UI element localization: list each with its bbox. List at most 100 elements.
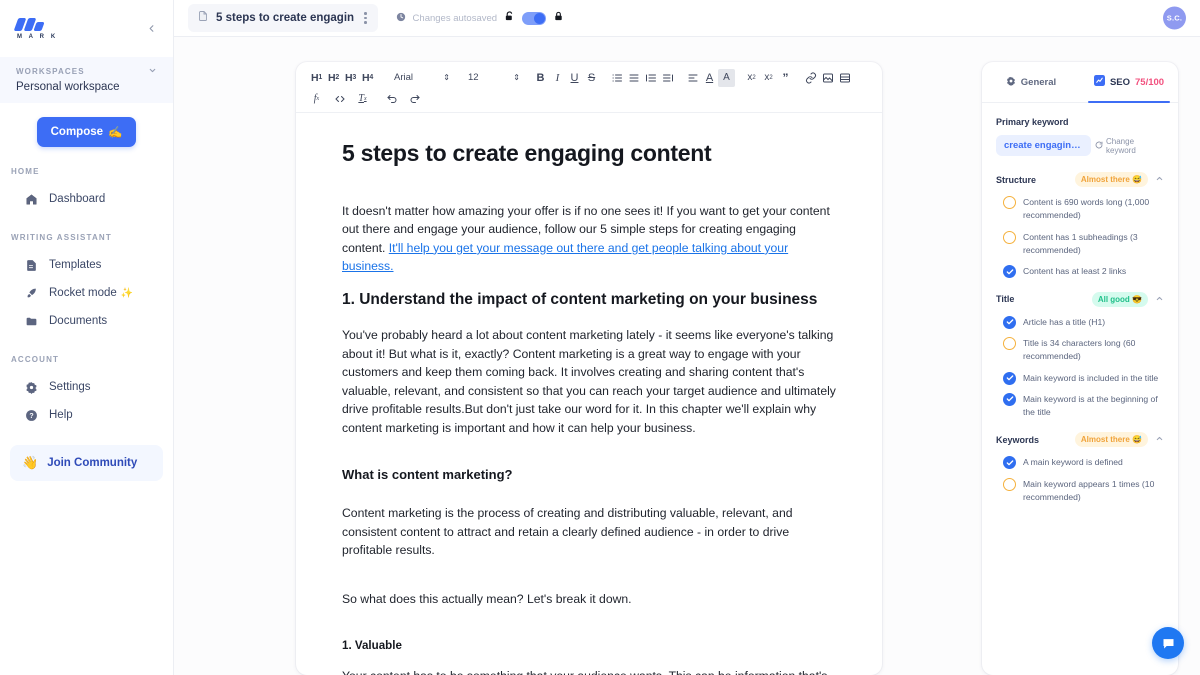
- ordered-list-icon[interactable]: [608, 69, 625, 87]
- check-circle-filled-icon: [1003, 456, 1016, 470]
- chevron-down-icon[interactable]: [148, 66, 157, 77]
- change-keyword-label: Change keyword: [1106, 136, 1136, 155]
- indent-decrease-icon[interactable]: [642, 69, 659, 87]
- seo-check-item: Article has a title (H1): [996, 315, 1164, 329]
- strikethrough-icon[interactable]: S: [583, 69, 600, 87]
- sidebar-item-label-templates: Templates: [49, 259, 102, 271]
- chevron-up-icon[interactable]: [1154, 294, 1164, 305]
- formula-icon[interactable]: fx: [308, 90, 325, 108]
- sidebar-item-templates[interactable]: Templates: [0, 251, 173, 279]
- primary-keyword-row: create engaging c... Change keyword: [996, 135, 1164, 156]
- join-community-label: Join Community: [47, 457, 138, 469]
- seo-check-item: Content has at least 2 links: [996, 265, 1164, 279]
- sidebar-item-label-documents: Documents: [49, 315, 108, 327]
- toolbar-row-1: H1 H2 H3 H4 Arial ⇕ 12 ⇕ B I U S A A x 2…: [308, 68, 872, 87]
- undo-icon[interactable]: [383, 90, 400, 108]
- sidebar: M A R K WORKSPACES Personal workspace Co…: [0, 0, 174, 675]
- topbar: 5 steps to create engagin Changes autosa…: [174, 0, 1200, 37]
- compose-button[interactable]: Compose ✍️: [36, 117, 137, 147]
- seo-section-header-title[interactable]: Title All good 😎: [996, 291, 1164, 307]
- seo-column: General SEO 75/100 Primary keyword creat…: [982, 37, 1200, 675]
- more-vertical-icon[interactable]: [361, 12, 370, 24]
- nav-section-home: HOME Dashboard: [0, 167, 173, 213]
- editor-column: H1 H2 H3 H4 Arial ⇕ 12 ⇕ B I U S A A x 2…: [174, 37, 982, 675]
- chevron-up-icon[interactable]: [1154, 434, 1164, 445]
- redo-icon[interactable]: [406, 90, 423, 108]
- font-size-value: 12: [468, 72, 479, 83]
- document-canvas[interactable]: 5 steps to create engaging content It do…: [296, 113, 882, 675]
- nav-section-title-account: ACCOUNT: [11, 355, 60, 364]
- sidebar-item-label-help: Help: [49, 409, 73, 421]
- table-icon[interactable]: [836, 69, 853, 87]
- subscript-icon[interactable]: x2: [760, 69, 777, 87]
- font-family-select[interactable]: Arial ⇕: [390, 72, 454, 83]
- intro-link[interactable]: It'll help you get your message out ther…: [342, 241, 788, 274]
- italic-icon[interactable]: I: [549, 69, 566, 87]
- tab-seo[interactable]: SEO 75/100: [1080, 62, 1178, 103]
- blockquote-icon[interactable]: ”: [777, 69, 794, 87]
- unordered-list-icon[interactable]: [625, 69, 642, 87]
- text-color-icon[interactable]: A: [701, 69, 718, 87]
- folder-icon: [24, 314, 38, 328]
- link-icon[interactable]: [802, 69, 819, 87]
- sidebar-item-dashboard[interactable]: Dashboard: [0, 185, 173, 213]
- document-icon: [197, 9, 209, 27]
- logo-mark-icon: [13, 17, 45, 31]
- heading-2-button[interactable]: H2: [325, 69, 342, 87]
- workspace: H1 H2 H3 H4 Arial ⇕ 12 ⇕ B I U S A A x 2…: [174, 37, 1200, 675]
- document-h2-step-1: 1. Understand the impact of content mark…: [342, 290, 818, 308]
- sidebar-item-documents[interactable]: Documents: [0, 307, 173, 335]
- avatar[interactable]: S.C.: [1163, 6, 1186, 30]
- document-body[interactable]: 5 steps to create engaging content It do…: [342, 139, 842, 675]
- seo-body: Primary keyword create engaging c... Cha…: [982, 103, 1178, 675]
- primary-keyword-pill[interactable]: create engaging c...: [996, 135, 1091, 156]
- clear-format-icon[interactable]: Tx: [354, 90, 371, 108]
- workspace-switcher[interactable]: WORKSPACES Personal workspace: [0, 57, 173, 103]
- font-size-select[interactable]: 12 ⇕: [464, 72, 524, 83]
- bold-icon[interactable]: B: [532, 69, 549, 87]
- seo-check-item: Title is 34 characters long (60 recommen…: [996, 336, 1164, 364]
- code-icon[interactable]: [331, 90, 348, 108]
- tab-general[interactable]: General: [982, 62, 1080, 102]
- chevron-up-icon[interactable]: [1154, 174, 1164, 185]
- image-icon[interactable]: [819, 69, 836, 87]
- sidebar-item-label-settings: Settings: [49, 381, 91, 393]
- font-family-value: Arial: [394, 72, 414, 83]
- seo-score-badge: 75/100: [1135, 76, 1165, 88]
- sidebar-item-rocket-mode[interactable]: Rocket mode ✨: [0, 279, 173, 307]
- chevron-left-icon[interactable]: [143, 21, 159, 37]
- align-icon[interactable]: [684, 69, 701, 87]
- sidebar-item-help[interactable]: ? Help: [0, 401, 173, 429]
- sidebar-item-settings[interactable]: Settings: [0, 373, 173, 401]
- superscript-icon[interactable]: x2: [743, 69, 760, 87]
- document-title-chip[interactable]: 5 steps to create engagin: [188, 4, 378, 32]
- chat-bubble-icon[interactable]: [1152, 627, 1184, 659]
- heading-4-button[interactable]: H4: [359, 69, 376, 87]
- lock-toggle[interactable]: [522, 11, 547, 25]
- check-circle-filled-icon: [1003, 371, 1016, 385]
- highlight-icon[interactable]: A: [718, 68, 735, 87]
- indent-increase-icon[interactable]: [659, 69, 676, 87]
- heading-1-button[interactable]: H1: [308, 69, 325, 87]
- seo-chart-icon: [1093, 75, 1105, 89]
- seo-section-title-title: Title: [996, 294, 1015, 305]
- seo-section-title-structure: Structure: [996, 174, 1037, 185]
- status-badge-structure: Almost there 😅: [1074, 172, 1148, 187]
- question-circle-icon: ?: [24, 408, 38, 422]
- underline-icon[interactable]: U: [566, 69, 583, 87]
- check-circle-empty-icon: [1003, 477, 1016, 491]
- check-circle-filled-icon: [1003, 392, 1016, 406]
- nav-section-writing-assistant: WRITING ASSISTANT Templates Rocket mode …: [0, 233, 173, 335]
- sidebar-item-label-rocket-mode: Rocket mode: [49, 287, 117, 299]
- join-community-button[interactable]: 👋 Join Community: [10, 445, 163, 481]
- nav-section-title-writing: WRITING ASSISTANT: [11, 233, 112, 242]
- clock-icon: [396, 9, 406, 27]
- change-keyword-button[interactable]: Change keyword: [1095, 137, 1164, 155]
- lock-icon[interactable]: [553, 9, 564, 27]
- seo-check-item: Content has 1 subheadings (3 recommended…: [996, 230, 1164, 258]
- unlock-icon[interactable]: [504, 9, 515, 27]
- seo-section-header-structure[interactable]: Structure Almost there 😅: [996, 172, 1164, 187]
- seo-check-item: A main keyword is defined: [996, 456, 1164, 470]
- heading-3-button[interactable]: H3: [342, 69, 359, 87]
- seo-section-header-keywords[interactable]: Keywords Almost there 😅: [996, 432, 1164, 448]
